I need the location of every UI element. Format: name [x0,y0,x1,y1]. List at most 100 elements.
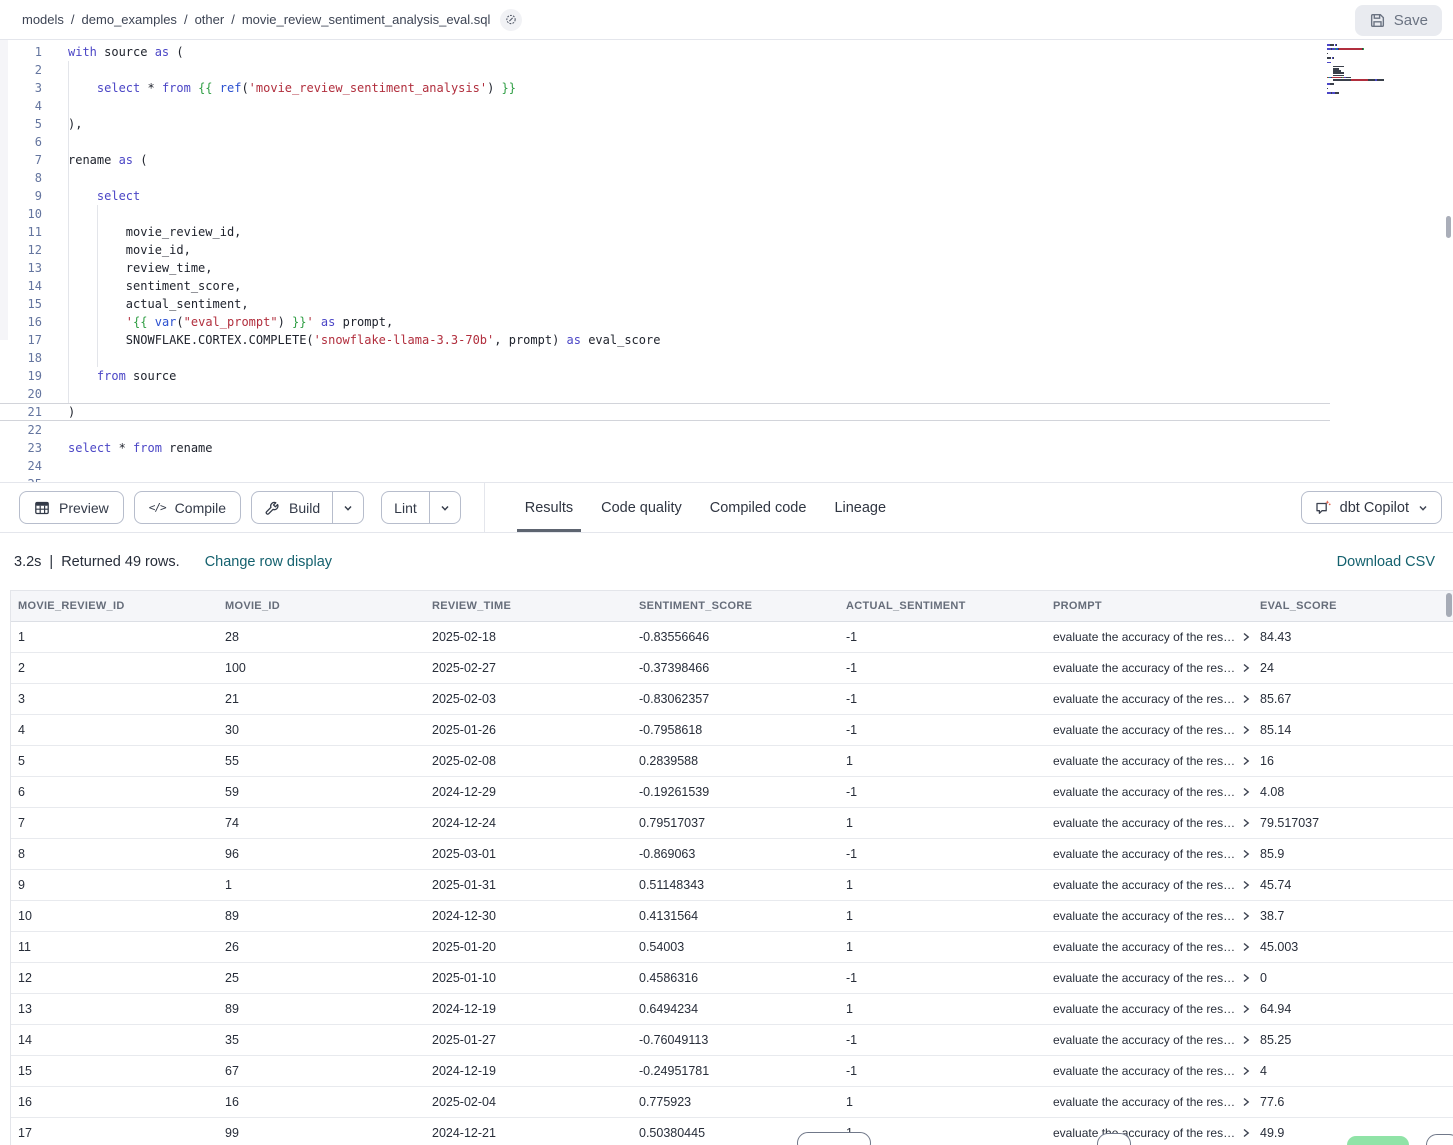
code-text: movie_review_id, [68,223,241,241]
file-header-bar: models/demo_examples/other/movie_review_… [0,0,1453,40]
compile-button[interactable]: </> Compile [134,491,241,524]
table-cell: 2025-03-01 [425,839,632,869]
tab-results[interactable]: Results [511,483,587,532]
column-header[interactable]: MOVIE_REVIEW_ID [11,591,218,621]
table-cell: 85.9 [1253,839,1453,869]
expand-prompt-icon[interactable] [1241,817,1251,829]
expand-prompt-icon[interactable] [1241,972,1251,984]
dbt-copilot-button[interactable]: dbt Copilot [1301,491,1442,524]
breadcrumb-item[interactable]: movie_review_sentiment_analysis_eval.sql [242,12,491,27]
cutoff-button[interactable] [1426,1134,1453,1145]
breadcrumb: models/demo_examples/other/movie_review_… [22,12,490,27]
column-header[interactable]: SENTIMENT_SCORE [632,591,839,621]
column-header[interactable]: MOVIE_ID [218,591,425,621]
line-number: 13 [0,259,42,277]
lint-dropdown-button[interactable] [429,492,460,523]
cutoff-green-button[interactable] [1347,1136,1409,1145]
table-cell: evaluate the accuracy of the res… [1046,839,1253,869]
table-cell: 14 [11,1025,218,1055]
prompt-text: evaluate the accuracy of the res… [1053,878,1235,892]
table-cell: 2024-12-29 [425,777,632,807]
tab-code-quality[interactable]: Code quality [587,483,696,532]
line-number: 21 [0,403,42,421]
tab-compiled-code[interactable]: Compiled code [696,483,821,532]
chevron-down-icon [1417,502,1429,514]
expand-prompt-icon[interactable] [1241,631,1251,643]
save-button[interactable]: Save [1355,5,1442,36]
expand-prompt-icon[interactable] [1241,1034,1251,1046]
table-cell: 74 [218,808,425,838]
copilot-label: dbt Copilot [1340,500,1409,516]
table-cell: 0.54003 [632,932,839,962]
code-text: with source as ( [68,43,184,61]
table-cell: evaluate the accuracy of the res… [1046,1087,1253,1117]
tab-lineage[interactable]: Lineage [820,483,900,532]
expand-prompt-icon[interactable] [1241,910,1251,922]
results-scrollbar-thumb[interactable] [1446,593,1452,617]
table-cell: 0.4131564 [632,901,839,931]
expand-prompt-icon[interactable] [1241,724,1251,736]
line-number: 25 [0,475,42,482]
change-row-display-link[interactable]: Change row display [205,554,332,570]
table-cell: 6 [11,777,218,807]
expand-prompt-icon[interactable] [1241,786,1251,798]
table-cell: 21 [218,684,425,714]
build-button[interactable]: Build [252,492,332,523]
cutoff-button[interactable] [1097,1133,1131,1145]
prompt-text: evaluate the accuracy of the res… [1053,785,1235,799]
build-dropdown-button[interactable] [332,492,363,523]
line-number: 20 [0,385,42,403]
prompt-text: evaluate the accuracy of the res… [1053,909,1235,923]
expand-prompt-icon[interactable] [1241,693,1251,705]
table-cell: evaluate the accuracy of the res… [1046,808,1253,838]
cutoff-button[interactable] [797,1132,871,1145]
copy-path-icon[interactable] [500,9,522,31]
sql-editor[interactable]: 1with source as (23 select * from {{ ref… [0,40,1453,482]
column-header[interactable]: REVIEW_TIME [425,591,632,621]
prompt-text: evaluate the accuracy of the res… [1053,630,1235,644]
breadcrumb-item[interactable]: other [195,12,225,27]
breadcrumb-item[interactable]: models [22,12,64,27]
breadcrumb-separator: / [71,12,75,27]
column-header[interactable]: ACTUAL_SENTIMENT [839,591,1046,621]
table-cell: 7 [11,808,218,838]
table-row: 7742024-12-240.795170371evaluate the acc… [11,808,1453,839]
code-line: 5), [0,115,1330,133]
table-cell: 2025-02-27 [425,653,632,683]
breadcrumb-item[interactable]: demo_examples [82,12,177,27]
lint-button[interactable]: Lint [382,492,429,523]
table-cell: 2024-12-19 [425,994,632,1024]
lint-label: Lint [394,500,417,516]
line-number: 19 [0,367,42,385]
preview-label: Preview [59,500,109,516]
line-number: 18 [0,349,42,367]
code-line: 9 select [0,187,1330,205]
expand-prompt-icon[interactable] [1241,755,1251,767]
table-cell: 24 [1253,653,1453,683]
editor-scrollbar-thumb[interactable] [1446,216,1451,238]
line-number: 16 [0,313,42,331]
preview-button[interactable]: Preview [19,491,124,524]
column-header[interactable]: PROMPT [1046,591,1253,621]
table-cell: 67 [218,1056,425,1086]
column-header[interactable]: EVAL_SCORE [1253,591,1453,621]
table-cell: -0.24951781 [632,1056,839,1086]
minimap[interactable] [1327,44,1445,99]
expand-prompt-icon[interactable] [1241,1065,1251,1077]
expand-prompt-icon[interactable] [1241,848,1251,860]
query-timing: 3.2s [14,554,41,570]
expand-prompt-icon[interactable] [1241,879,1251,891]
expand-prompt-icon[interactable] [1241,941,1251,953]
download-csv-link[interactable]: Download CSV [1337,554,1435,570]
expand-prompt-icon[interactable] [1241,1003,1251,1015]
expand-prompt-icon[interactable] [1241,1127,1251,1139]
expand-prompt-icon[interactable] [1241,662,1251,674]
code-text: sentiment_score, [68,277,241,295]
code-line: 3 select * from {{ ref('movie_review_sen… [0,79,1330,97]
line-number: 1 [0,43,42,61]
table-row: 17992024-12-210.503804451evaluate the ac… [11,1118,1453,1145]
code-line: 16 '{{ var("eval_prompt") }}' as prompt, [0,313,1330,331]
status-separator: | [49,554,53,570]
expand-prompt-icon[interactable] [1241,1096,1251,1108]
table-row: 10892024-12-300.41315641evaluate the acc… [11,901,1453,932]
